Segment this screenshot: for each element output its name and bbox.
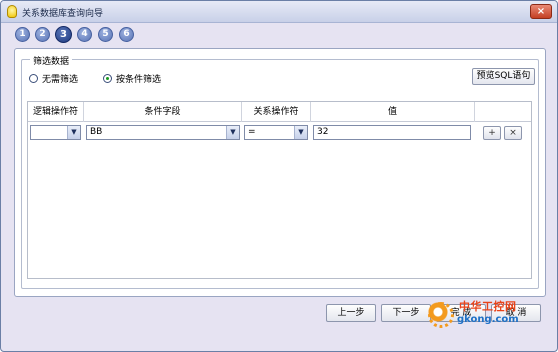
condition-field-select[interactable]: BB ▼: [86, 125, 240, 140]
radio-condition-filter[interactable]: 按条件筛选: [103, 72, 162, 85]
next-button[interactable]: 下一步: [381, 304, 431, 322]
dropdown-arrow-icon[interactable]: ▼: [67, 126, 80, 139]
radio-condition-filter-circle[interactable]: [103, 73, 112, 83]
step-1: 1: [15, 27, 30, 42]
app-bulb-icon: [7, 5, 17, 18]
close-button[interactable]: ×: [530, 4, 552, 19]
step-3-active: 3: [55, 26, 72, 43]
relation-operator-select[interactable]: = ▼: [244, 125, 308, 140]
header-condition-field: 条件字段: [84, 102, 242, 122]
table-header: 逻辑操作符 条件字段 关系操作符 值: [28, 102, 531, 122]
radio-no-filter-label: 无需筛选: [42, 74, 79, 85]
radio-condition-filter-label: 按条件筛选: [116, 74, 162, 85]
close-icon: ×: [536, 6, 546, 17]
wizard-window: 关系数据库查询向导 × 1 2 3 4 5 6 筛选数据 无需筛选 按条件筛选 …: [0, 0, 558, 352]
cancel-button[interactable]: 取 消: [491, 304, 541, 322]
preview-sql-button[interactable]: 预览SQL语句: [472, 68, 535, 85]
dropdown-arrow-icon[interactable]: ▼: [226, 126, 239, 139]
header-relation-operator: 关系操作符: [242, 102, 311, 122]
remove-row-button[interactable]: ×: [504, 126, 522, 140]
step-6: 6: [119, 27, 134, 42]
dropdown-arrow-icon[interactable]: ▼: [294, 126, 307, 139]
step-5: 5: [98, 27, 113, 42]
condition-table: 逻辑操作符 条件字段 关系操作符 值 ▼ BB ▼ = ▼ 32 + ×: [27, 101, 532, 279]
step-2: 2: [35, 27, 50, 42]
window-title: 关系数据库查询向导: [22, 9, 104, 19]
value-input[interactable]: 32: [313, 125, 471, 140]
step-4: 4: [77, 27, 92, 42]
logic-operator-select[interactable]: ▼: [30, 125, 81, 140]
header-logic-operator: 逻辑操作符: [28, 102, 84, 122]
prev-button[interactable]: 上一步: [326, 304, 376, 322]
title-bar: 关系数据库查询向导 ×: [1, 1, 557, 23]
header-actions: [475, 102, 531, 122]
relation-operator-value: =: [248, 127, 256, 137]
finish-button[interactable]: 完 成: [436, 304, 486, 322]
radio-no-filter[interactable]: 无需筛选: [29, 72, 79, 85]
header-value: 值: [311, 102, 475, 122]
table-row: ▼ BB ▼ = ▼ 32 + ×: [28, 123, 531, 143]
filter-group-title: 筛选数据: [30, 54, 73, 67]
condition-field-value: BB: [90, 127, 103, 137]
add-row-button[interactable]: +: [483, 126, 501, 140]
radio-no-filter-circle[interactable]: [29, 73, 38, 83]
